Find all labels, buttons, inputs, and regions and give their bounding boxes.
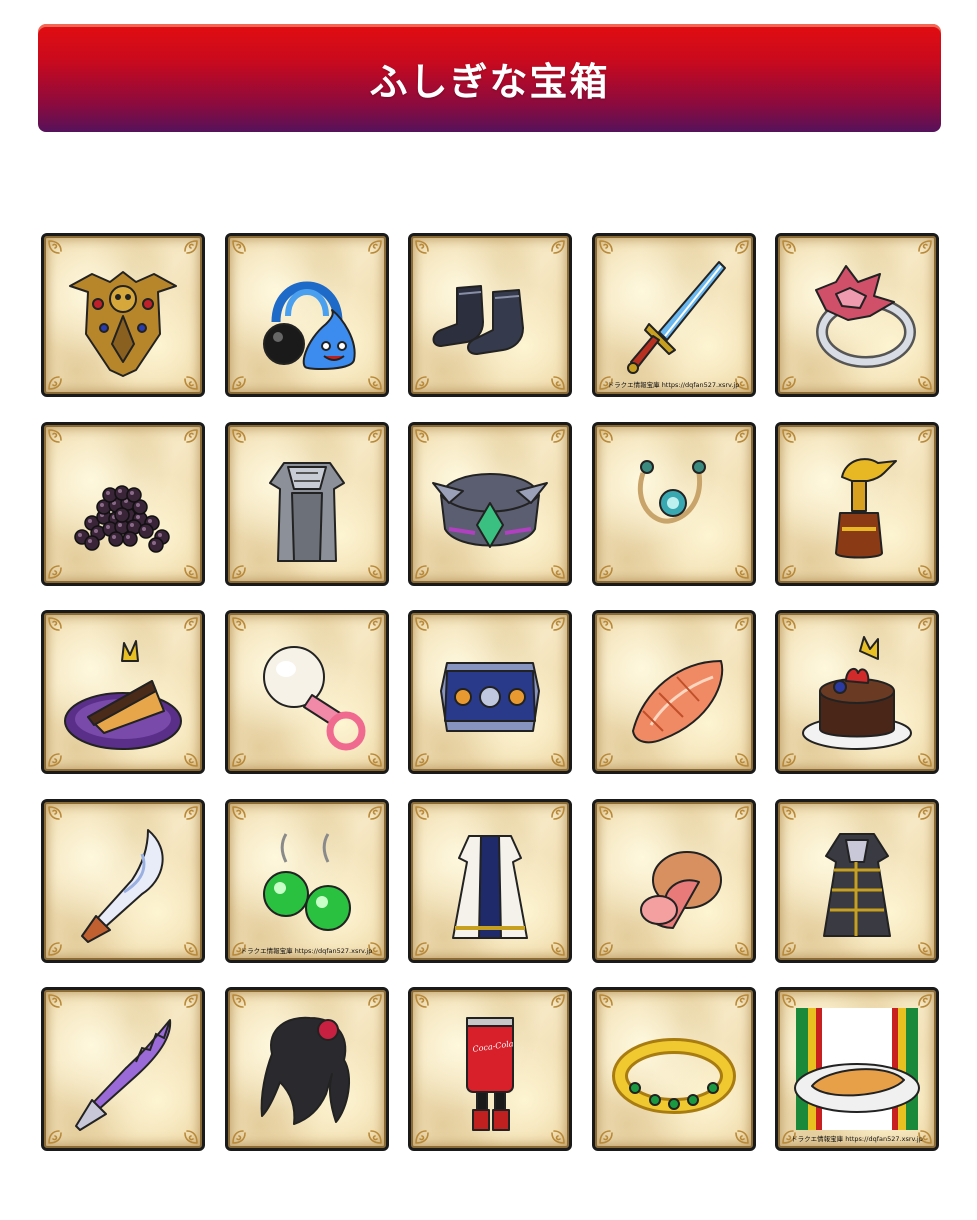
- chocolate-cake-slice-icon: [64, 640, 182, 750]
- gyoza-plate-icon: [794, 1008, 920, 1130]
- ham-roast-icon: [639, 850, 722, 929]
- item-tile[interactable]: [408, 798, 572, 963]
- white-priest-robe-icon: [452, 834, 528, 939]
- item-tile[interactable]: [591, 987, 756, 1151]
- item-tile[interactable]: ドラクエ情報宝庫 https://dqfan527.xsrv.jp: [591, 233, 756, 397]
- ninja-tabi-boots-icon: [432, 285, 524, 355]
- cola-can-costume-icon: [466, 1017, 514, 1131]
- item-tile[interactable]: [224, 421, 389, 586]
- black-wavy-hair-rose-icon: [260, 1016, 350, 1125]
- item-tile[interactable]: Coca-Cola: [408, 987, 572, 1151]
- item-tile[interactable]: [408, 610, 572, 774]
- watermark-text: ドラクエ情報宝庫 https://dqfan527.xsrv.jp: [607, 381, 740, 389]
- item-tile[interactable]: [591, 798, 756, 963]
- item-tile[interactable]: [775, 798, 939, 963]
- item-tile[interactable]: [591, 610, 756, 774]
- gold-emerald-ring-icon: [611, 1038, 736, 1114]
- winged-silver-bracelet-icon: [432, 472, 548, 548]
- item-tile[interactable]: [224, 987, 389, 1151]
- golden-bird-perfume-bottle-icon: [835, 457, 897, 558]
- pearl-pacifier-icon: [262, 646, 365, 751]
- green-orb-earrings-icon: [262, 832, 351, 931]
- item-tile[interactable]: [41, 421, 205, 586]
- item-tile[interactable]: [224, 610, 389, 774]
- black-bean-pile-icon: [74, 484, 170, 553]
- grilled-salmon-fillet-icon: [631, 660, 723, 744]
- silver-robe-armor-icon: [268, 461, 345, 562]
- item-tile[interactable]: [224, 233, 389, 397]
- item-tile[interactable]: [775, 233, 939, 397]
- chocolate-strawberry-cake-icon: [802, 636, 912, 750]
- thorn-silver-ring-icon: [815, 265, 916, 368]
- item-tile[interactable]: [775, 421, 939, 586]
- item-tile[interactable]: [591, 421, 756, 586]
- item-tile[interactable]: [408, 233, 572, 397]
- item-tile[interactable]: ドラクエ情報宝庫 https://dqfan527.xsrv.jp: [775, 987, 939, 1151]
- item-tile[interactable]: [41, 987, 205, 1151]
- item-tile[interactable]: [408, 421, 572, 586]
- item-tile[interactable]: [41, 610, 205, 774]
- item-tile[interactable]: [41, 798, 205, 963]
- watermark-text: ドラクエ情報宝庫 https://dqfan527.xsrv.jp: [791, 1135, 923, 1143]
- blue-gem-armband-icon: [440, 662, 540, 732]
- item-tile[interactable]: ドラクエ情報宝庫 https://dqfan527.xsrv.jp: [224, 798, 389, 963]
- title-banner: ふしぎな宝箱: [38, 24, 941, 132]
- treasure-item-grid: ドラクエ情報宝庫 https://dqfan527.xsrv.jp ドラクエ情報宝…: [41, 233, 939, 1151]
- purple-serrated-sword-icon: [75, 1019, 172, 1131]
- watermark-text: ドラクエ情報宝庫 https://dqfan527.xsrv.jp: [240, 946, 373, 955]
- page-title: ふしぎな宝箱: [369, 59, 610, 104]
- pearl-bead-necklace-icon: [637, 459, 706, 524]
- dark-gold-coat-icon: [823, 832, 891, 937]
- slime-earmuffs-icon: [262, 281, 356, 370]
- white-fin-sword-icon: [81, 828, 164, 943]
- blue-blade-sword-icon: [626, 261, 726, 374]
- golden-skull-shield-icon: [69, 271, 177, 377]
- item-tile[interactable]: [775, 610, 939, 774]
- item-tile[interactable]: [41, 233, 205, 397]
